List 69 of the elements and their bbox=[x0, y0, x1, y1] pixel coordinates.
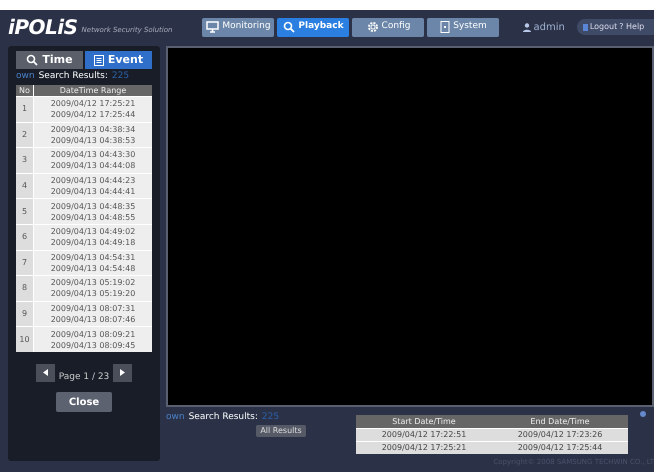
row-number: 5 bbox=[16, 199, 33, 224]
start-time: 2009/04/13 05:19:02 bbox=[50, 277, 136, 288]
table-cell-text: 2009/04/12 17:25:44 bbox=[516, 442, 604, 454]
row-number: 1 bbox=[16, 97, 33, 122]
scroll-indicator-icon bbox=[640, 411, 646, 417]
start-time: 2009/04/13 04:48:35 bbox=[50, 200, 136, 212]
table-cell-text: 2009/04/12 17:22:51 bbox=[380, 429, 468, 441]
table-cell-text: 2009/04/12 17:23:26 bbox=[516, 429, 604, 441]
user-icon bbox=[523, 22, 532, 32]
end-time: 2009/04/12 17:25:44 bbox=[50, 109, 136, 120]
next-page-button[interactable] bbox=[113, 364, 132, 382]
column-header: DateTime Range bbox=[33, 84, 152, 96]
results-label: Search Results: bbox=[188, 411, 258, 424]
previous-page-button[interactable] bbox=[36, 364, 55, 382]
end-time: 2009/04/13 04:54:48 bbox=[50, 262, 136, 274]
row-number: 7 bbox=[16, 250, 33, 276]
end-time: 2009/04/13 04:49:18 bbox=[50, 237, 136, 248]
nav-tab[interactable]: System bbox=[427, 18, 500, 36]
search-icon bbox=[283, 21, 296, 33]
search-mode-tab[interactable]: Event bbox=[85, 51, 152, 69]
device-icon bbox=[440, 21, 450, 33]
page-indicator: Page 1 / 23 bbox=[58, 370, 110, 384]
nav-tab[interactable]: Config bbox=[352, 18, 424, 36]
column-header: Start Date/Time bbox=[391, 416, 457, 428]
start-time: 2009/04/13 04:54:31 bbox=[50, 252, 136, 263]
column-header: No bbox=[18, 84, 31, 96]
row-number: 3 bbox=[16, 148, 33, 173]
row-number: 9 bbox=[16, 302, 33, 326]
row-number: 10 bbox=[16, 327, 33, 352]
results-label: Search Results: bbox=[38, 70, 108, 84]
start-time: 2009/04/13 04:49:02 bbox=[50, 226, 136, 238]
end-time: 2009/04/13 04:48:55 bbox=[50, 212, 136, 223]
monitor-icon bbox=[206, 21, 220, 33]
end-time: 2009/04/13 04:38:53 bbox=[50, 134, 136, 146]
results-count: 225 bbox=[112, 70, 130, 84]
username: admin bbox=[533, 20, 565, 34]
table-cell-text: 2009/04/12 17:25:21 bbox=[380, 442, 468, 454]
logout-link[interactable]: Logout bbox=[590, 21, 618, 33]
results-prefix: own bbox=[166, 411, 185, 424]
search-mode-tab[interactable]: Time bbox=[16, 51, 83, 69]
row-number: 2 bbox=[16, 122, 33, 148]
end-time: 2009/04/13 08:07:46 bbox=[50, 314, 136, 326]
start-time: 2009/04/12 17:25:21 bbox=[50, 98, 136, 110]
logo: iPOLiS bbox=[8, 14, 78, 41]
close-button[interactable]: Close bbox=[56, 392, 112, 412]
start-time: 2009/04/13 04:43:30 bbox=[50, 149, 136, 160]
results-count: 225 bbox=[262, 411, 280, 424]
end-time: 2009/04/13 08:09:45 bbox=[50, 340, 136, 351]
row-number: 6 bbox=[16, 224, 33, 250]
help-link[interactable]: ? Help bbox=[619, 21, 644, 33]
all-results-button[interactable]: All Results bbox=[256, 424, 306, 436]
start-time: 2009/04/13 04:44:23 bbox=[50, 175, 136, 186]
gear-icon bbox=[366, 21, 379, 33]
results-prefix: own bbox=[16, 70, 35, 84]
end-time: 2009/04/13 04:44:08 bbox=[50, 160, 136, 172]
end-time: 2009/04/13 04:44:41 bbox=[50, 186, 136, 198]
row-number: 8 bbox=[16, 276, 33, 301]
nav-tab[interactable]: Monitoring bbox=[202, 18, 274, 36]
list-icon bbox=[94, 54, 104, 66]
end-time: 2009/04/13 05:19:20 bbox=[50, 288, 136, 300]
start-time: 2009/04/13 08:09:21 bbox=[50, 328, 136, 340]
nav-tab[interactable]: Playback bbox=[277, 18, 350, 36]
start-time: 2009/04/13 04:38:34 bbox=[50, 124, 136, 135]
left-arrow-icon bbox=[42, 369, 48, 376]
row-number: 4 bbox=[16, 174, 33, 198]
start-time: 2009/04/13 08:07:31 bbox=[50, 303, 136, 314]
column-header: End Date/Time bbox=[529, 416, 591, 428]
right-arrow-icon bbox=[120, 369, 126, 376]
search-icon bbox=[26, 54, 38, 66]
